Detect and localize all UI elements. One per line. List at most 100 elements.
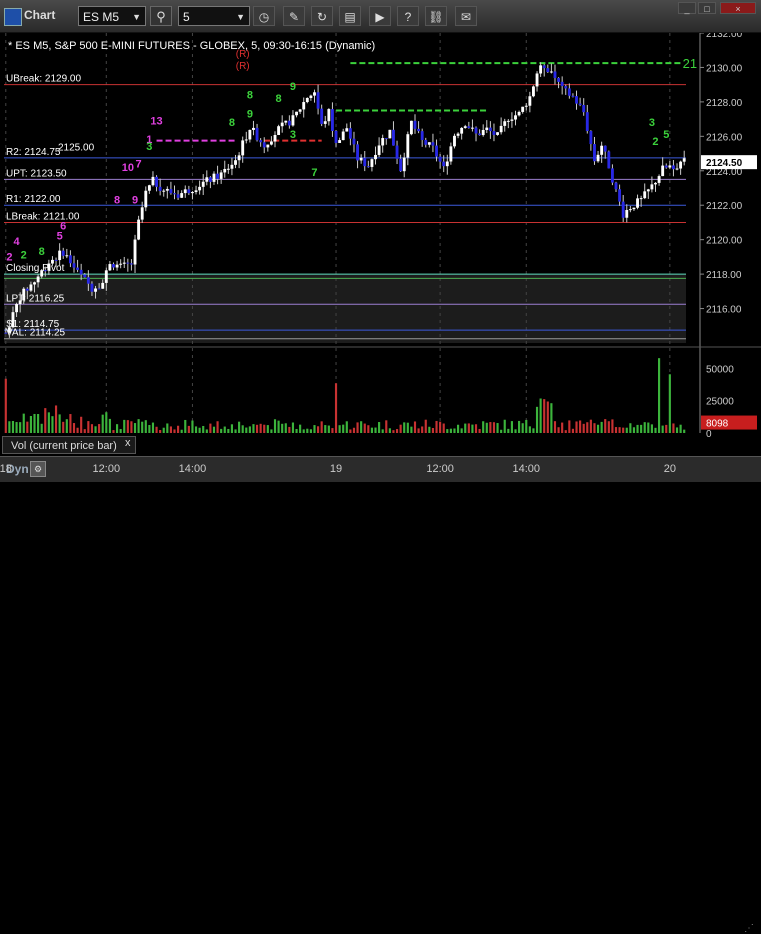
volume-bar [528,426,531,433]
candle-body [496,132,499,135]
candle-body [341,131,345,141]
minimize-button[interactable]: _ [678,2,696,14]
refresh-icon: ↻ [316,10,328,24]
close-button[interactable]: × [720,2,756,14]
volume-bar [277,420,280,433]
settings-icon[interactable]: ⚙ [30,461,46,477]
setup-count: 5 [57,231,63,243]
volume-bar [381,429,384,433]
time-axis-bar: Dyn ⚙ 18 12:00 14:00 19 12:00 14:00 20 ⋰ [0,456,761,934]
chat-button[interactable]: ✉ [455,6,477,26]
resize-grip-icon[interactable]: ⋰ [744,923,754,934]
setup-count: 2 [6,251,12,263]
candle-body [621,201,625,218]
candle-body [54,259,58,261]
volume-bar [44,408,47,433]
candle-body [327,109,331,122]
interval-input[interactable]: 5 ▼ [178,6,250,26]
setup-count: 8 [247,89,253,101]
candle-body [4,332,8,334]
price-chart[interactable]: UBreak: 2129.00 R2: 2124.75 UPT: 2123.50 R1… [0,33,761,456]
candle-body [503,121,507,126]
clock-icon: ◷ [258,10,270,24]
candle-body [654,182,657,185]
candle-body [155,176,158,187]
candle-body [61,250,65,256]
volume-bar [650,424,653,433]
volume-bar [8,421,11,433]
clock-button[interactable]: ◷ [253,6,275,26]
play-icon: ▶ [375,10,385,24]
level-label: VAL: 2114.25 [6,328,66,339]
candle-body [147,185,151,191]
candle-body [399,158,403,172]
candle-body [295,111,298,116]
refresh-button[interactable]: ↻ [311,6,333,26]
candle-body [72,263,76,268]
data-button[interactable]: ▤ [339,6,361,26]
candle-body [277,126,281,135]
candle-body [122,262,126,264]
chart-grid [4,33,686,433]
candle-body [672,165,675,170]
volume-bar [342,424,345,433]
candle-body [524,105,528,107]
volume-label: Vol (current price bar) [2,436,136,454]
candle-body [208,177,212,182]
volume-bar [586,422,589,433]
candle-body [614,182,618,190]
link-button[interactable]: ⛓ [425,6,447,26]
time-label: 14:00 [178,463,207,475]
volume-bar [162,427,165,433]
chevron-down-icon[interactable]: ▼ [236,7,245,27]
chevron-down-icon[interactable]: ▼ [132,7,141,27]
volume-tick-label: 25000 [706,397,734,408]
volume-bar [492,422,496,433]
volume-bar [331,428,334,433]
volume-bar [500,429,503,433]
draw-tool-button[interactable]: ✎ [283,6,305,26]
candle-body [406,134,410,158]
volume-bar [227,428,230,433]
symbol-search-button[interactable]: ⚲ [150,6,172,26]
volume-bar [661,425,664,433]
candle-body [302,102,306,110]
volume-bar [413,421,417,433]
volume-bar [155,426,158,433]
volume-bar [593,423,596,433]
setup-count: 3 [649,117,655,129]
candle-body [374,154,377,160]
volume-bar [177,425,180,433]
candle-body [625,210,629,218]
volume-bar [550,403,553,433]
play-button[interactable]: ▶ [369,6,391,26]
candle-body [657,176,661,183]
candle-body [252,127,255,130]
candle-body [244,139,248,141]
volume-bar [575,421,578,433]
price-tick-label: 2132.00 [706,33,743,40]
maximize-button[interactable]: □ [698,2,716,14]
candle-body [661,165,665,177]
symbol-input[interactable]: ES M5 ▼ [78,6,146,26]
candle-body [29,284,33,291]
volume-bar [220,428,223,433]
volume-bar [582,423,585,433]
candle-body [553,71,557,78]
question-icon: ? [404,10,412,24]
candle-body [226,168,230,170]
volume-close-button[interactable]: x [125,437,131,449]
candle-body [470,127,474,129]
volume-bar [514,429,517,433]
help-button[interactable]: ? [397,6,419,26]
volume-bar [309,429,312,433]
level-label: LPT: 2116.25 [6,293,65,304]
candle-body [198,186,202,191]
setup-count: 3 [146,141,152,153]
volume-bar [245,427,248,433]
volume-panel: 50000 25000 08098 [0,346,761,440]
candle-body [101,282,105,289]
candle-body [431,142,435,146]
volume-bar [288,426,291,433]
candle-body [43,270,47,272]
